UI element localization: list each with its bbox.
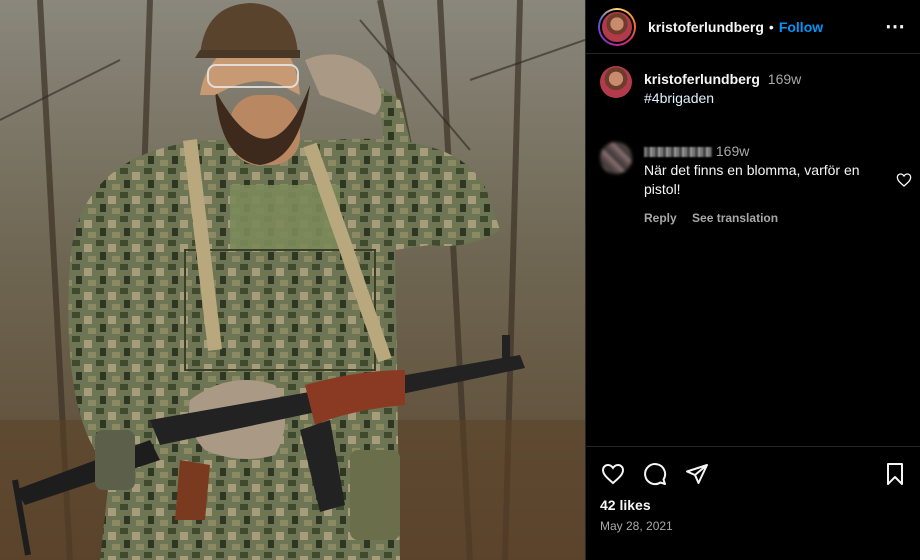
separator-dot: •: [768, 18, 774, 35]
heart-icon[interactable]: [600, 462, 626, 486]
post-image: [0, 0, 585, 560]
comment-timestamp[interactable]: 169w: [716, 143, 749, 159]
author-username[interactable]: kristoferlundberg: [648, 19, 764, 35]
caption-hashtag[interactable]: #4brigaden: [644, 89, 801, 108]
author-avatar[interactable]: [598, 7, 636, 46]
post-footer: 42 likes May 28, 2021: [586, 446, 920, 533]
share-icon[interactable]: [684, 462, 710, 486]
post-caption: kristoferlundberg 169w #4brigaden: [586, 54, 920, 108]
commenter-username-redacted[interactable]: [644, 147, 712, 158]
comment-like-heart-icon[interactable]: [896, 172, 912, 193]
caption-username[interactable]: kristoferlundberg: [644, 71, 760, 87]
comment-item: 169w När det finns en blomma, varför en …: [586, 142, 920, 228]
post-side-panel: kristoferlundberg • Follow ⋯ kristoferlu…: [585, 0, 920, 560]
post-header: kristoferlundberg • Follow ⋯: [586, 0, 920, 54]
post-photo[interactable]: [0, 0, 585, 560]
follow-button[interactable]: Follow: [779, 19, 823, 35]
bookmark-icon[interactable]: [884, 462, 906, 486]
comment-icon[interactable]: [642, 462, 668, 486]
caption-timestamp[interactable]: 169w: [768, 71, 801, 87]
see-translation-button[interactable]: See translation: [692, 211, 778, 225]
more-icon[interactable]: ⋯: [885, 14, 906, 39]
likes-count[interactable]: 42 likes: [600, 497, 906, 513]
commenter-avatar[interactable]: [600, 142, 632, 174]
post-date[interactable]: May 28, 2021: [600, 519, 906, 533]
caption-avatar[interactable]: [600, 66, 632, 98]
comment-text: När det finns en blomma, varför en pisto…: [644, 162, 860, 197]
reply-button[interactable]: Reply: [644, 211, 677, 225]
action-bar: [600, 461, 906, 487]
comment-actions: Reply See translation: [644, 209, 884, 228]
